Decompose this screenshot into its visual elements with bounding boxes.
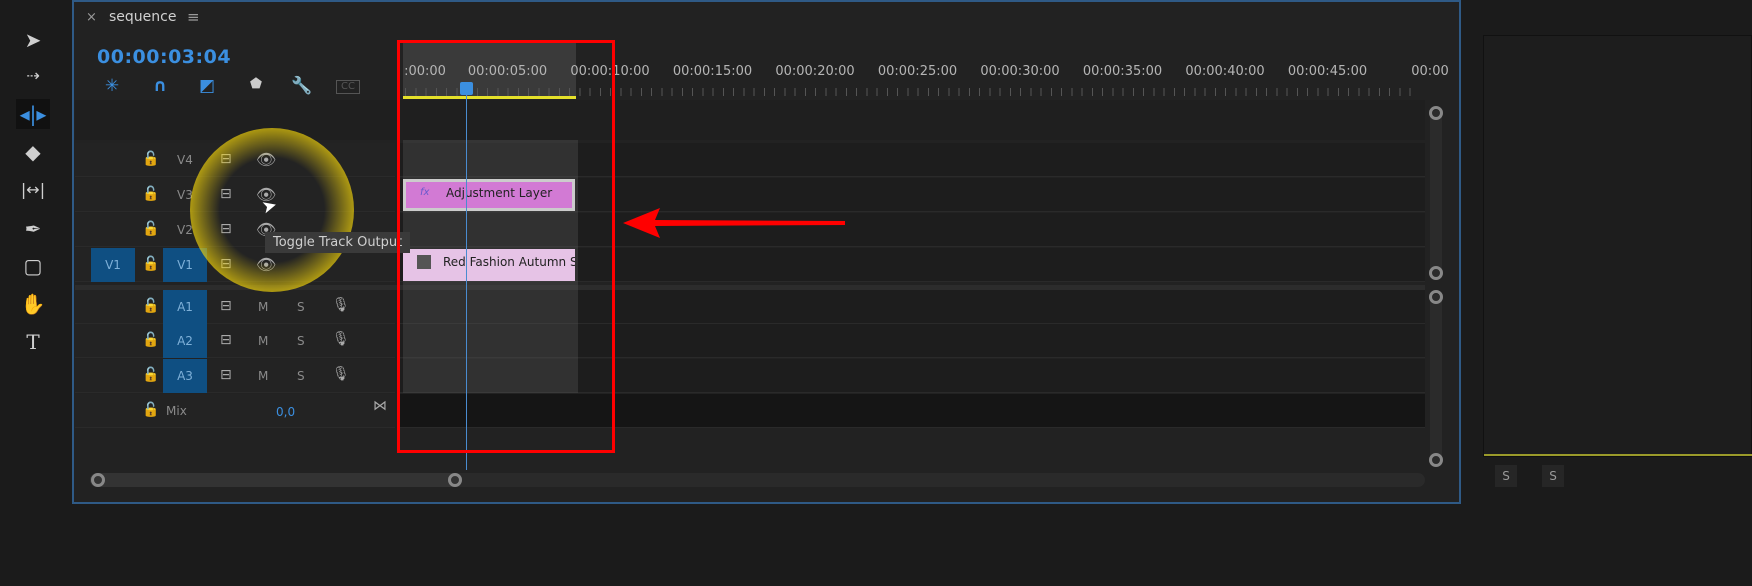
lock-icon[interactable]: 🔓 [142, 221, 159, 237]
track-target[interactable]: A3 [163, 359, 207, 393]
ruler-label: 00:00:25:00 [877, 64, 958, 79]
pen-tool-icon[interactable]: ✒ [16, 214, 50, 244]
scroll-handle[interactable] [1429, 453, 1443, 467]
source-patch[interactable]: V1 [91, 248, 135, 282]
track-target[interactable]: V1 [163, 248, 207, 282]
lock-icon[interactable]: 🔓 [142, 151, 159, 167]
panel-menu-icon[interactable]: ≡ [187, 8, 200, 26]
razor-tool-icon[interactable]: ◆ [16, 137, 50, 167]
lock-icon[interactable]: 🔓 [142, 256, 159, 272]
scrollbar-thumb[interactable] [90, 473, 462, 487]
microphone-icon[interactable]: 🎙 [332, 331, 350, 347]
mute-button[interactable]: M [258, 334, 268, 348]
scroll-handle[interactable] [1429, 266, 1443, 280]
sync-lock-icon[interactable]: ⊟ [220, 298, 232, 314]
rectangle-tool-icon[interactable]: ▢ [16, 251, 50, 281]
tooltip: Toggle Track Output [265, 232, 411, 253]
hand-tool-icon[interactable]: ✋ [16, 289, 50, 319]
lock-icon[interactable]: 🔓 [142, 186, 159, 202]
sync-lock-icon[interactable]: ⊟ [220, 367, 232, 383]
track-name[interactable]: V4 [177, 153, 193, 167]
ruler-label: 00:00:30:00 [980, 64, 1060, 79]
scroll-handle[interactable] [91, 473, 105, 487]
annotation-box [397, 40, 615, 453]
ruler-label: 00:00:45:00 [1287, 64, 1368, 79]
panel-title[interactable]: sequence [109, 9, 176, 25]
solo-button[interactable]: S [297, 300, 305, 314]
microphone-icon[interactable]: 🎙 [332, 297, 350, 313]
wrench-icon[interactable]: 🔧 [290, 76, 314, 96]
scroll-handle[interactable] [1429, 106, 1443, 120]
type-tool-icon[interactable]: T [16, 327, 50, 357]
nest-icon[interactable]: ✳ [100, 76, 124, 96]
ruler-label: 00:00:15:00 [672, 64, 753, 79]
sync-lock-icon[interactable]: ⊟ [220, 332, 232, 348]
solo-button[interactable]: S [297, 369, 305, 383]
ruler-label: 00:00:40:00 [1185, 64, 1265, 79]
slip-tool-icon[interactable]: |↔| [16, 175, 50, 205]
timecode[interactable]: 00:00:03:04 [97, 46, 231, 68]
ruler-label: 00:00 [1411, 64, 1449, 79]
mix-label: Mix [166, 404, 187, 418]
lock-icon[interactable]: 🔓 [142, 298, 159, 314]
selection-tool-icon[interactable]: ➤ [16, 25, 50, 55]
solo-button[interactable]: S [1495, 465, 1517, 487]
snap-magnet-icon[interactable]: ∩ [148, 76, 172, 96]
mix-volume[interactable]: 0,0 [276, 405, 295, 419]
scroll-handle[interactable] [1429, 290, 1443, 304]
audio-vertical-scrollbar[interactable] [1430, 294, 1442, 464]
ruler-label: 00:00:20:00 [775, 64, 855, 79]
ruler-label: 00:00:35:00 [1082, 64, 1163, 79]
marker-icon[interactable]: ⬟ [244, 76, 268, 92]
scroll-handle[interactable] [448, 473, 462, 487]
audio-meters-panel [1483, 35, 1752, 457]
solo-button[interactable]: S [297, 334, 305, 348]
close-panel-button[interactable]: × [86, 10, 97, 25]
lock-icon[interactable]: 🔓 [142, 367, 159, 383]
captions-icon[interactable]: CC [336, 80, 360, 94]
annotation-arrow [623, 208, 845, 238]
video-vertical-scrollbar[interactable] [1430, 110, 1442, 280]
mute-button[interactable]: M [258, 369, 268, 383]
solo-button[interactable]: S [1542, 465, 1564, 487]
track-target[interactable]: A2 [163, 324, 207, 358]
microphone-icon[interactable]: 🎙 [332, 366, 350, 382]
lock-icon[interactable]: 🔓 [142, 332, 159, 348]
linked-selection-icon[interactable]: ◩ [195, 76, 219, 96]
lock-icon[interactable]: 🔓 [142, 402, 159, 418]
mix-track-header [75, 394, 395, 428]
track-target[interactable]: A1 [163, 290, 207, 324]
bowtie-icon[interactable]: ⋈ [373, 398, 387, 414]
ripple-edit-tool-icon[interactable]: ◂|▸ [16, 99, 50, 129]
track-select-tool-icon[interactable]: ⇢ [16, 61, 50, 91]
mute-button[interactable]: M [258, 300, 268, 314]
